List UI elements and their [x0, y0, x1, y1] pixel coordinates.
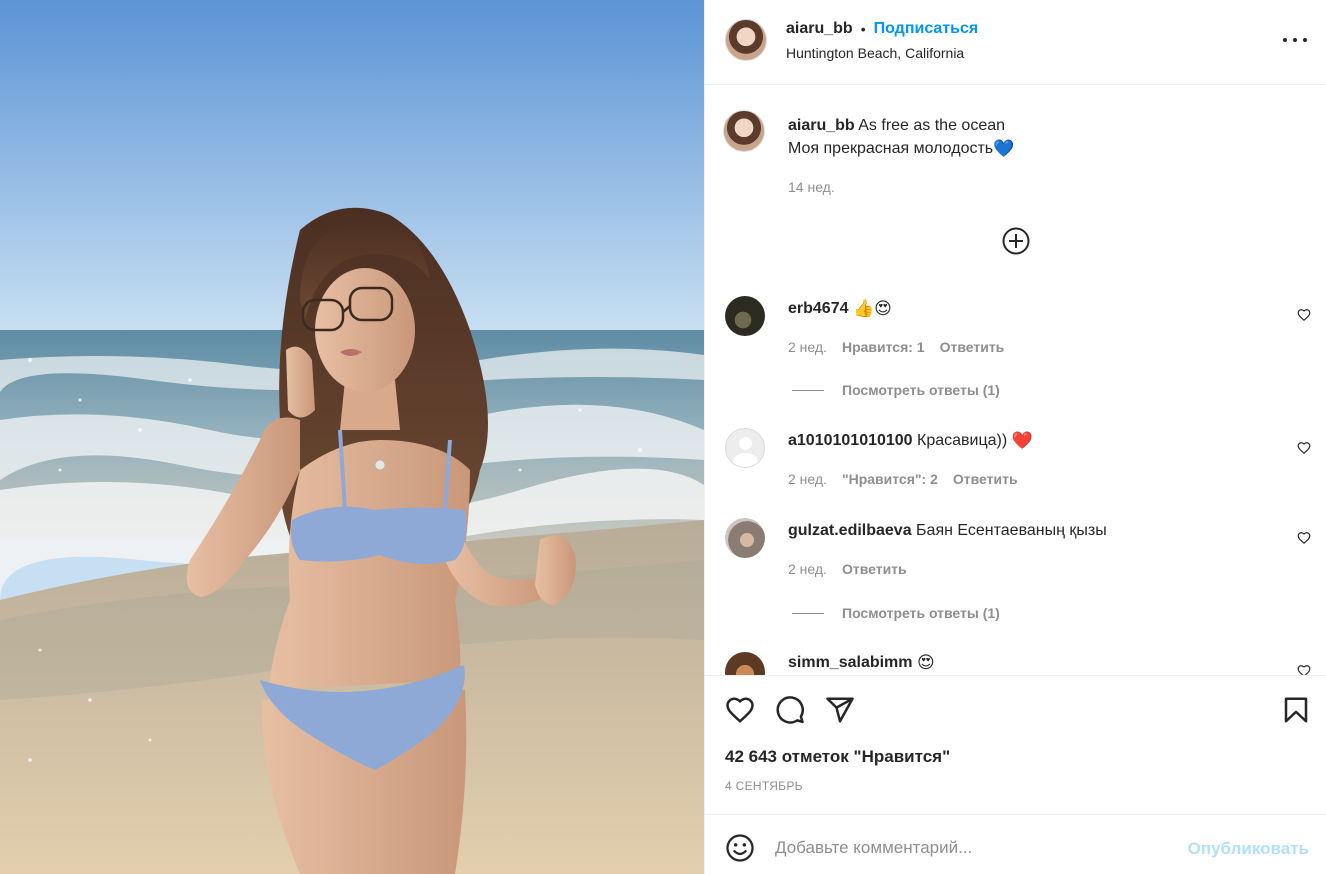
- like-comment-heart-icon[interactable]: [1297, 441, 1311, 455]
- comment-username[interactable]: simm_salabimm: [788, 654, 913, 671]
- red-heart-emoji: ❤️: [1011, 431, 1033, 451]
- location-link[interactable]: Huntington Beach, California: [786, 45, 964, 61]
- view-replies-label: Посмотреть ответы (1): [842, 382, 1000, 398]
- avatar[interactable]: [723, 110, 765, 152]
- view-replies-button[interactable]: Посмотреть ответы (1): [792, 605, 1000, 621]
- comment-text: erb4674 👍😍: [788, 297, 892, 321]
- more-options-icon[interactable]: [1283, 30, 1307, 50]
- blue-heart-emoji: 💙: [993, 139, 1015, 159]
- post-header: aiaru_bb • Подписаться Huntington Beach,…: [705, 0, 1326, 85]
- comment-time[interactable]: 2 нед.: [788, 561, 827, 577]
- comment-text: simm_salabimm 😍: [788, 651, 935, 675]
- publish-button[interactable]: Опубликовать: [1188, 839, 1309, 859]
- caption-time[interactable]: 14 нед.: [788, 179, 835, 195]
- caption-line1: As free as the ocean: [858, 117, 1006, 134]
- post-photo[interactable]: [0, 0, 704, 874]
- beach-photo-illustration: [0, 0, 704, 874]
- post-dialog: aiaru_bb • Подписаться Huntington Beach,…: [0, 0, 1326, 874]
- bookmark-icon[interactable]: [1281, 695, 1311, 725]
- comment-body: Баян Есентаеваның қызы: [916, 522, 1107, 539]
- comment-icon[interactable]: [775, 695, 805, 725]
- comment-meta: 2 нед. Ответить: [788, 561, 907, 577]
- emoji-icon[interactable]: [725, 833, 755, 863]
- like-comment-heart-icon[interactable]: [1297, 664, 1311, 675]
- comment-username[interactable]: gulzat.edilbaeva: [788, 522, 912, 539]
- caption-line2: Моя прекрасная молодость: [788, 140, 994, 157]
- comments-list[interactable]: aiaru_bb As free as the ocean Моя прекра…: [705, 86, 1326, 675]
- comment-username[interactable]: a1010101010100: [788, 432, 913, 449]
- avatar[interactable]: [725, 19, 767, 61]
- caption-text: aiaru_bb As free as the ocean Моя прекра…: [788, 114, 1014, 161]
- replies-divider: [792, 389, 824, 391]
- post-sidebar: aiaru_bb • Подписаться Huntington Beach,…: [704, 0, 1326, 874]
- avatar[interactable]: [725, 296, 765, 336]
- replies-divider: [792, 612, 824, 614]
- comment-input[interactable]: [775, 833, 1175, 863]
- like-comment-heart-icon[interactable]: [1297, 308, 1311, 322]
- follow-button[interactable]: Подписаться: [874, 20, 979, 38]
- avatar[interactable]: [725, 518, 765, 558]
- share-icon[interactable]: [825, 695, 855, 725]
- comment-emoji: 😍: [916, 653, 935, 673]
- comment-time[interactable]: 2 нед.: [788, 471, 827, 487]
- reply-button[interactable]: Ответить: [953, 471, 1018, 487]
- comment-body: Красавица)): [917, 432, 1008, 449]
- author-username[interactable]: aiaru_bb: [786, 20, 853, 38]
- likes-count[interactable]: 42 643 отметок "Нравится": [725, 747, 950, 767]
- caption-meta: 14 нед.: [788, 179, 835, 195]
- view-replies-button[interactable]: Посмотреть ответы (1): [792, 382, 1000, 398]
- comment-meta: 2 нед. "Нравится": 2 Ответить: [788, 471, 1018, 487]
- post-date[interactable]: 4 СЕНТЯБРЬ: [725, 779, 803, 793]
- separator-dot: •: [860, 21, 866, 37]
- comment-username[interactable]: erb4674: [788, 300, 849, 317]
- view-replies-label: Посмотреть ответы (1): [842, 605, 1000, 621]
- comment-text: gulzat.edilbaeva Баян Есентаеваның қызы: [788, 519, 1107, 542]
- heart-icon[interactable]: [725, 695, 755, 725]
- load-more-comments-icon[interactable]: [1001, 226, 1031, 256]
- comment-meta: 2 нед. Нравится: 1 Ответить: [788, 339, 1004, 355]
- header-user-row: aiaru_bb • Подписаться: [786, 20, 978, 38]
- avatar[interactable]: [725, 652, 765, 675]
- comment-emoji: 👍😍: [852, 299, 892, 319]
- comment-time[interactable]: 2 нед.: [788, 339, 827, 355]
- comment-likes[interactable]: Нравится: 1: [842, 339, 925, 355]
- comment-likes[interactable]: "Нравится": 2: [842, 471, 938, 487]
- comment-text: a1010101010100 Красавица)) ❤️: [788, 429, 1033, 453]
- comment-form: Опубликовать: [705, 814, 1326, 874]
- reply-button[interactable]: Ответить: [940, 339, 1005, 355]
- like-comment-heart-icon[interactable]: [1297, 531, 1311, 545]
- post-actions: 42 643 отметок "Нравится" 4 СЕНТЯБРЬ: [705, 675, 1326, 814]
- reply-button[interactable]: Ответить: [842, 561, 907, 577]
- caption-username[interactable]: aiaru_bb: [788, 117, 855, 134]
- avatar[interactable]: [725, 428, 765, 468]
